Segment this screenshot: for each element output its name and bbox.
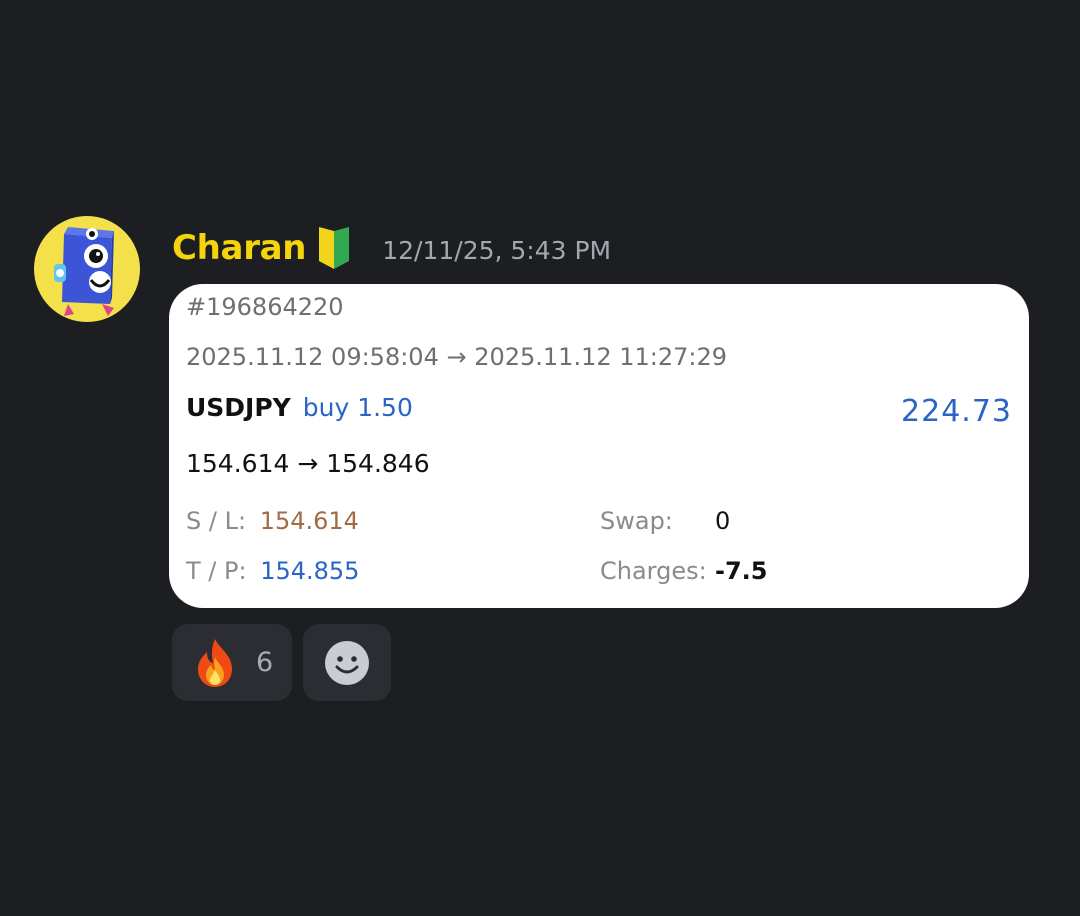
stop-loss-label: S / L: bbox=[186, 507, 247, 535]
add-reaction-button[interactable] bbox=[303, 624, 391, 701]
message-header: Charan 12/11/25, 5:43 PM bbox=[172, 220, 611, 276]
stop-loss-value: 154.614 bbox=[259, 507, 359, 535]
add-reaction-smiley-icon bbox=[325, 640, 369, 685]
beginner-leaf-icon bbox=[316, 225, 352, 271]
take-profit-value: 154.855 bbox=[260, 557, 360, 585]
message-timestamp: 12/11/25, 5:43 PM bbox=[382, 235, 612, 265]
fire-reaction-count: 6 bbox=[256, 647, 274, 678]
chat-message: Charan 12/11/25, 5:43 PM #196864220 2025… bbox=[0, 0, 1080, 916]
robot-avatar-icon bbox=[54, 227, 114, 316]
symbol-line: USDJPY buy 1.50 bbox=[186, 393, 413, 422]
trade-card: #196864220 2025.11.12 09:58:04 → 2025.11… bbox=[169, 284, 1029, 608]
take-profit-row: T / P: 154.855 bbox=[186, 557, 359, 585]
fire-icon bbox=[198, 638, 232, 687]
trade-profit: 224.73 bbox=[901, 394, 1012, 429]
swap-label: Swap: bbox=[600, 507, 673, 535]
trade-direction: buy 1.50 bbox=[302, 393, 413, 422]
take-profit-label: T / P: bbox=[186, 557, 247, 585]
fire-reaction[interactable]: 6 bbox=[172, 624, 292, 701]
avatar[interactable] bbox=[34, 216, 140, 322]
trade-symbol: USDJPY bbox=[186, 393, 291, 422]
swap-value: 0 bbox=[715, 507, 731, 535]
ticket-id: #196864220 bbox=[186, 293, 344, 321]
charges-value: -7.5 bbox=[715, 557, 768, 585]
username[interactable]: Charan bbox=[172, 228, 307, 268]
time-range: 2025.11.12 09:58:04 → 2025.11.12 11:27:2… bbox=[186, 343, 728, 371]
price-range: 154.614 → 154.846 bbox=[186, 449, 430, 478]
charges-label: Charges: bbox=[600, 557, 707, 585]
stop-loss-row: S / L: 154.614 bbox=[186, 507, 359, 535]
reactions-bar: 6 bbox=[172, 624, 391, 701]
